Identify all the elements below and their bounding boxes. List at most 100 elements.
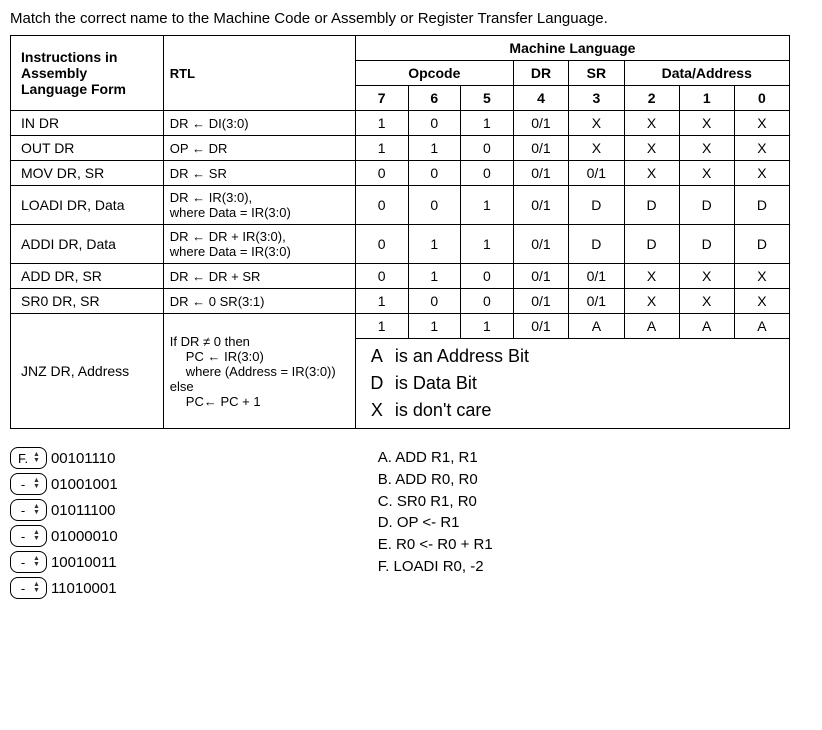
cell-bit: 0 — [461, 136, 514, 161]
header-bit-1: 1 — [679, 86, 734, 111]
legend-text-d: is Data Bit — [395, 370, 477, 397]
cell-bit: 0 — [461, 161, 514, 186]
cell-bit: 0 — [355, 161, 408, 186]
stepper-icon[interactable]: ▲▼ — [33, 478, 40, 490]
cell-bit: 1 — [355, 314, 408, 339]
match-select[interactable]: -▲▼ — [10, 473, 47, 495]
rtl-line: PC ← IR(3:0) — [170, 349, 264, 364]
cell-bit: X — [624, 264, 679, 289]
cell-rtl: DR ← DR + SR — [163, 264, 355, 289]
cell-bit: 1 — [408, 136, 461, 161]
cell-bit: A — [569, 314, 624, 339]
table-row: ADDI DR, DataDR ← DR + IR(3:0),where Dat… — [11, 225, 790, 264]
match-code: 01000010 — [51, 528, 118, 545]
stepper-icon[interactable]: ▲▼ — [33, 452, 40, 464]
cell-bit: 1 — [408, 264, 461, 289]
cell-bit: 0 — [408, 186, 461, 225]
header-bit-4: 4 — [513, 86, 568, 111]
legend-text-a: is an Address Bit — [395, 343, 529, 370]
match-row: -▲▼01011100 — [10, 499, 118, 521]
stepper-icon[interactable]: ▲▼ — [33, 504, 40, 516]
cell-bit: 0 — [461, 289, 514, 314]
match-select[interactable]: -▲▼ — [10, 499, 47, 521]
match-code: 11010001 — [51, 580, 117, 597]
match-select-value: - — [17, 581, 33, 596]
cell-bit: X — [624, 161, 679, 186]
cell-bit: 1 — [355, 111, 408, 136]
cell-bit: 0 — [355, 186, 408, 225]
match-select[interactable]: F.▲▼ — [10, 447, 47, 469]
cell-bit: 1 — [461, 314, 514, 339]
table-row: IN DRDR ← DI(3:0)1010/1XXXX — [11, 111, 790, 136]
cell-bit: 0/1 — [569, 289, 624, 314]
legend-text-x: is don't care — [395, 397, 492, 424]
cell-asm: ADDI DR, Data — [11, 225, 164, 264]
rtl-line: where (Address = IR(3:0)) — [170, 364, 336, 379]
cell-bit: D — [569, 225, 624, 264]
cell-bit: X — [569, 111, 624, 136]
choice-item: D. OP <- R1 — [378, 512, 493, 534]
cell-bit: X — [569, 136, 624, 161]
match-select[interactable]: -▲▼ — [10, 577, 47, 599]
cell-bit: D — [569, 186, 624, 225]
rtl-line: If DR ≠ 0 then — [170, 334, 250, 349]
match-select[interactable]: -▲▼ — [10, 525, 47, 547]
choice-item: F. LOADI R0, -2 — [378, 556, 493, 578]
header-bit-3: 3 — [569, 86, 624, 111]
choice-item: E. R0 <- R0 + R1 — [378, 534, 493, 556]
stepper-icon[interactable]: ▲▼ — [33, 556, 40, 568]
stepper-icon[interactable]: ▲▼ — [33, 530, 40, 542]
match-row: -▲▼01000010 — [10, 525, 118, 547]
match-code: 10010011 — [51, 554, 117, 571]
match-select-value: - — [17, 477, 33, 492]
cell-asm: LOADI DR, Data — [11, 186, 164, 225]
match-code: 01001001 — [51, 476, 118, 493]
cell-asm: JNZ DR, Address — [11, 314, 164, 429]
cell-bit: 0/1 — [513, 111, 568, 136]
legend-sym-d: D — [364, 370, 390, 397]
cell-bit: X — [734, 264, 789, 289]
cell-bit: X — [734, 289, 789, 314]
cell-asm: MOV DR, SR — [11, 161, 164, 186]
header-data-address: Data/Address — [624, 61, 789, 86]
cell-bit: 1 — [408, 225, 461, 264]
choices-list: A. ADD R1, R1B. ADD R0, R0C. SR0 R1, R0D… — [378, 447, 493, 599]
table-row: SR0 DR, SRDR ← 0 SR(3:1)1000/10/1XXX — [11, 289, 790, 314]
header-bit-5: 5 — [461, 86, 514, 111]
cell-bit: 0 — [355, 264, 408, 289]
match-code: 01011100 — [51, 502, 116, 519]
cell-bit: 0/1 — [513, 289, 568, 314]
cell-asm: ADD DR, SR — [11, 264, 164, 289]
legend-cell: A is an Address Bit D is Data Bit X is d… — [355, 339, 789, 429]
match-code: 00101110 — [51, 450, 116, 467]
stepper-icon[interactable]: ▲▼ — [33, 582, 40, 594]
header-bit-7: 7 — [355, 86, 408, 111]
rtl-line: OP ← DR — [170, 141, 228, 156]
rtl-line: where Data = IR(3:0) — [170, 244, 291, 259]
table-row: MOV DR, SRDR ← SR0000/10/1XXX — [11, 161, 790, 186]
cell-bit: 0/1 — [513, 264, 568, 289]
cell-bit: 0/1 — [513, 136, 568, 161]
cell-bit: D — [734, 186, 789, 225]
rtl-line: DR ← SR — [170, 166, 227, 181]
match-select-value: - — [17, 529, 33, 544]
header-bit-2: 2 — [624, 86, 679, 111]
cell-bit: X — [679, 136, 734, 161]
rtl-line: DR ← 0 SR(3:1) — [170, 294, 265, 309]
match-row: F.▲▼00101110 — [10, 447, 118, 469]
cell-bit: X — [734, 136, 789, 161]
match-row: -▲▼10010011 — [10, 551, 118, 573]
match-select-value: - — [17, 555, 33, 570]
match-row: -▲▼01001001 — [10, 473, 118, 495]
cell-bit: 1 — [461, 186, 514, 225]
cell-bit: 1 — [461, 111, 514, 136]
legend-sym-a: A — [364, 343, 390, 370]
instruction-table: Instructions in Assembly Language Form R… — [10, 35, 790, 429]
legend-sym-x: X — [364, 397, 390, 424]
cell-bit: 0/1 — [513, 225, 568, 264]
match-select[interactable]: -▲▼ — [10, 551, 47, 573]
table-row: ADD DR, SRDR ← DR + SR0100/10/1XXX — [11, 264, 790, 289]
cell-bit: 0 — [408, 289, 461, 314]
cell-bit: A — [624, 314, 679, 339]
cell-bit: X — [624, 289, 679, 314]
